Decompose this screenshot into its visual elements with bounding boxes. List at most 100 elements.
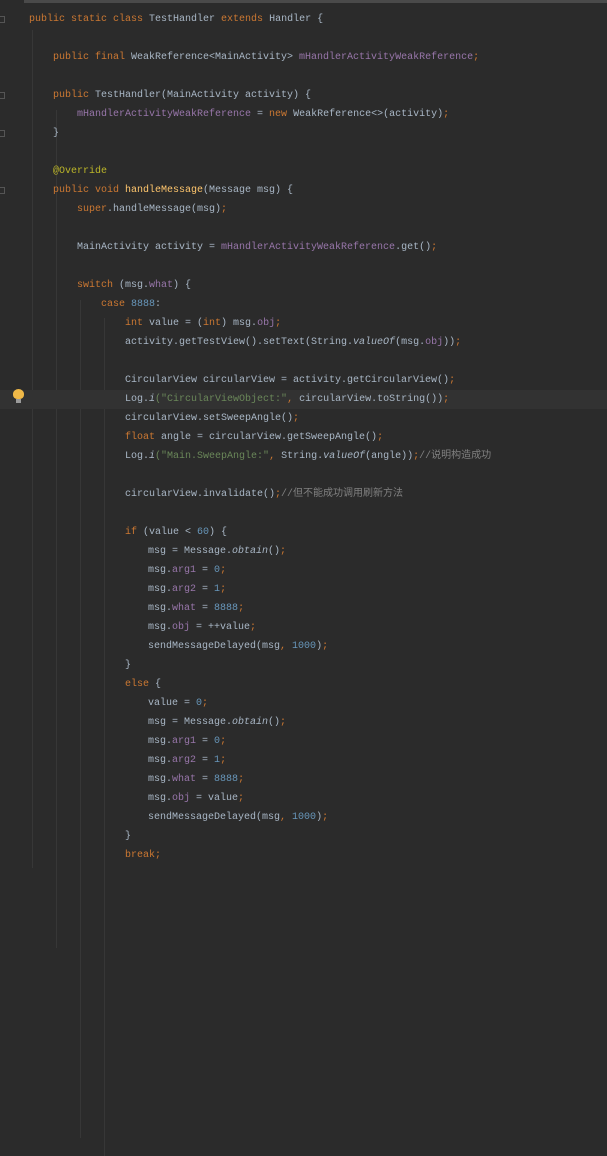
code-line[interactable]: int value = (int) msg.obj; — [0, 314, 607, 333]
code-line[interactable] — [0, 466, 607, 485]
code-text: } — [125, 827, 131, 846]
code-line[interactable]: public void handleMessage(Message msg) { — [0, 181, 607, 200]
code-text: activity.getTestView().setText(String.va… — [125, 333, 461, 352]
code-line[interactable] — [0, 67, 607, 86]
code-token: Handler { — [269, 14, 324, 25]
code-token: ; — [455, 337, 462, 348]
code-line[interactable]: Log.i("CircularViewObject:", circularVie… — [0, 390, 607, 409]
code-line[interactable]: msg.arg2 = 1; — [0, 751, 607, 770]
code-token: TestHandler — [149, 14, 222, 25]
code-line[interactable]: msg.obj = value; — [0, 789, 607, 808]
code-line[interactable] — [0, 29, 607, 48]
code-token: switch — [77, 280, 120, 291]
code-token: .handleMessage(msg) — [107, 204, 222, 215]
code-line[interactable]: case 8888: — [0, 295, 607, 314]
code-line[interactable]: mHandlerActivityWeakReference = new Weak… — [0, 105, 607, 124]
code-token: ; — [443, 394, 450, 405]
code-line[interactable]: @Override — [0, 162, 607, 181]
code-token: , — [280, 641, 293, 652]
code-text: value = 0; — [148, 694, 208, 713]
code-token: 8888 — [131, 299, 156, 310]
code-line[interactable]: Log.i("Main.SweepAngle:", String.valueOf… — [0, 447, 607, 466]
code-token: ; — [155, 850, 162, 861]
code-text: else { — [125, 675, 161, 694]
code-line[interactable]: if (value < 60) { — [0, 523, 607, 542]
lightbulb-intention-icon[interactable] — [13, 389, 24, 403]
code-token: MainActivity activity = — [77, 242, 222, 253]
code-line[interactable]: } — [0, 124, 607, 143]
code-token: ; — [293, 413, 300, 424]
code-line[interactable]: float angle = circularView.getSweepAngle… — [0, 428, 607, 447]
code-token: ; — [220, 584, 227, 595]
code-line[interactable]: } — [0, 656, 607, 675]
code-token: break — [125, 850, 156, 861]
code-line[interactable]: circularView.setSweepAngle(); — [0, 409, 607, 428]
code-line[interactable]: msg.arg1 = 0; — [0, 561, 607, 580]
code-token: () — [268, 546, 281, 557]
code-token: } — [125, 660, 132, 671]
code-line[interactable]: msg.arg2 = 1; — [0, 580, 607, 599]
code-line[interactable]: msg.what = 8888; — [0, 770, 607, 789]
code-line[interactable]: } — [0, 827, 607, 846]
code-line[interactable] — [0, 504, 607, 523]
code-text: MainActivity activity = mHandlerActivity… — [77, 238, 437, 257]
code-token: value = — [148, 698, 197, 709]
code-line[interactable] — [0, 219, 607, 238]
code-token: ; — [220, 565, 227, 576]
code-token: ; — [220, 736, 227, 747]
code-token: ) { — [173, 280, 192, 291]
code-line[interactable]: sendMessageDelayed(msg, 1000); — [0, 637, 607, 656]
fold-marker-icon[interactable] — [0, 16, 5, 23]
code-token: obtain — [232, 717, 269, 728]
code-text: switch (msg.what) { — [77, 276, 191, 295]
code-line[interactable]: super.handleMessage(msg); — [0, 200, 607, 219]
code-text: mHandlerActivityWeakReference = new Weak… — [77, 105, 449, 124]
code-token: arg1 — [172, 736, 197, 747]
code-line[interactable] — [0, 143, 607, 162]
code-line[interactable]: public TestHandler(MainActivity activity… — [0, 86, 607, 105]
code-line[interactable] — [0, 257, 607, 276]
code-text: sendMessageDelayed(msg, 1000); — [148, 637, 328, 656]
code-text: } — [53, 124, 59, 143]
code-line[interactable]: circularView.invalidate();//但不能成功调用刷新方法 — [0, 485, 607, 504]
code-line[interactable]: activity.getTestView().setText(String.va… — [0, 333, 607, 352]
code-token: arg2 — [172, 755, 197, 766]
code-line[interactable]: MainActivity activity = mHandlerActivity… — [0, 238, 607, 257]
code-token: )) — [443, 337, 456, 348]
code-line[interactable]: msg.obj = ++value; — [0, 618, 607, 637]
code-token: if — [125, 527, 144, 538]
code-line[interactable]: msg.what = 8888; — [0, 599, 607, 618]
code-token: new — [269, 109, 294, 120]
code-editor[interactable]: public static class TestHandler extends … — [0, 10, 607, 865]
code-token: ; — [221, 204, 228, 215]
code-line[interactable] — [0, 352, 607, 371]
code-token: mHandlerActivityWeakReference — [77, 109, 252, 120]
code-token: float — [125, 432, 162, 443]
code-line[interactable]: public final WeakReference<MainActivity>… — [0, 48, 607, 67]
code-line[interactable]: else { — [0, 675, 607, 694]
code-token: //但不能成功调用刷新方法 — [281, 489, 404, 500]
code-line[interactable]: switch (msg.what) { — [0, 276, 607, 295]
code-line[interactable]: public static class TestHandler extends … — [0, 10, 607, 29]
code-text: break; — [125, 846, 161, 865]
code-line[interactable]: msg = Message.obtain(); — [0, 713, 607, 732]
code-token: msg. — [148, 736, 173, 747]
code-token: = — [196, 584, 215, 595]
code-token: .get() — [395, 242, 432, 253]
code-token: (angle)) — [365, 451, 414, 462]
fold-marker-icon[interactable] — [0, 92, 5, 99]
code-token: circularView.setSweepAngle() — [125, 413, 294, 424]
code-token: obj — [257, 318, 276, 329]
fold-marker-icon[interactable] — [0, 187, 5, 194]
fold-marker-icon[interactable] — [0, 130, 5, 137]
code-token: ; — [238, 603, 245, 614]
code-token: : — [155, 299, 162, 310]
code-line[interactable]: msg.arg1 = 0; — [0, 732, 607, 751]
code-line[interactable]: msg = Message.obtain(); — [0, 542, 607, 561]
code-line[interactable]: value = 0; — [0, 694, 607, 713]
code-token: Log. — [125, 451, 150, 462]
code-line[interactable]: CircularView circularView = activity.get… — [0, 371, 607, 390]
code-token: else — [125, 679, 156, 690]
code-line[interactable]: break; — [0, 846, 607, 865]
code-line[interactable]: sendMessageDelayed(msg, 1000); — [0, 808, 607, 827]
